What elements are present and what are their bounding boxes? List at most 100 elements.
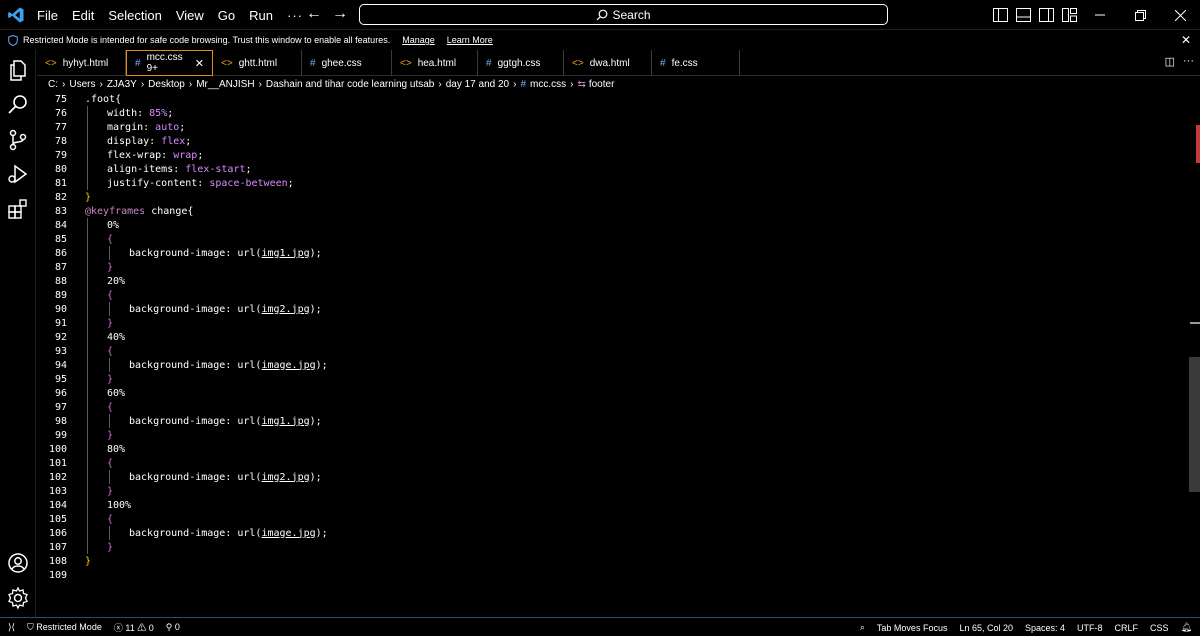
line-number: 104 — [48, 499, 67, 511]
explorer-icon[interactable] — [6, 58, 30, 82]
crumb-project[interactable]: Dashain and tihar code learning utsab — [266, 79, 434, 90]
search-sidebar-icon[interactable] — [6, 93, 30, 117]
indent-guide — [109, 246, 110, 260]
crumb-users[interactable]: Users — [69, 79, 95, 90]
tab-ghee-css[interactable]: # ghee.css — [302, 50, 392, 76]
line-number: 101 — [48, 457, 67, 469]
crumb-day[interactable]: day 17 and 20 — [446, 79, 509, 90]
toggle-primary-sidebar-icon[interactable] — [993, 8, 1008, 22]
tab-ggtgh-css[interactable]: # ggtgh.css — [478, 50, 564, 76]
closing-brace: } — [107, 261, 114, 273]
run-debug-icon[interactable] — [6, 162, 30, 186]
toggle-secondary-sidebar-icon[interactable] — [1039, 8, 1054, 22]
tab-dwa-html[interactable]: <> dwa.html — [564, 50, 652, 76]
crumb-user[interactable]: ZJA3Y — [107, 79, 137, 90]
menu-edit[interactable]: Edit — [65, 8, 101, 23]
toggle-panel-icon[interactable] — [1016, 8, 1031, 22]
line-number: 91 — [54, 317, 67, 329]
tab-hyhyt-html[interactable]: <> hyhyt.html — [37, 50, 126, 76]
menu-selection[interactable]: Selection — [101, 8, 168, 23]
crumb-file[interactable]: mcc.css — [530, 79, 566, 90]
semicolon: ; — [245, 163, 252, 175]
problems-status[interactable]: ⓧ 11 ⚠ 0 — [114, 621, 154, 634]
line-number: 94 — [54, 359, 67, 371]
code-line: 77 margin: auto; — [37, 120, 1187, 134]
restricted-mode-status[interactable]: ⛉ Restricted Mode — [27, 622, 102, 633]
ports-status[interactable]: ⚲ 0 — [166, 622, 180, 633]
code-line: 79 flex-wrap: wrap; — [37, 148, 1187, 162]
line-number: 102 — [48, 471, 67, 483]
code-line: 109 — [37, 568, 1187, 582]
command-center-search[interactable]: Search — [359, 4, 888, 25]
tab-hea-html[interactable]: <> hea.html — [392, 50, 478, 76]
tab-moves-focus[interactable]: Tab Moves Focus — [877, 623, 948, 633]
end-of-line[interactable]: CRLF — [1115, 623, 1139, 633]
crumb-desktop[interactable]: Desktop — [148, 79, 185, 90]
remote-indicator-icon[interactable]: ⟩⟨ — [8, 622, 15, 633]
line-content: } — [85, 556, 91, 567]
line-number: 76 — [54, 107, 67, 119]
css-punctuation: ); — [315, 527, 328, 539]
vertical-scrollbar[interactable] — [1188, 92, 1200, 617]
crumb-drive[interactable]: C: — [48, 79, 58, 90]
split-editor-icon[interactable]: ◫ — [1165, 55, 1175, 68]
settings-gear-icon[interactable] — [6, 586, 30, 610]
error-count: 11 — [125, 622, 135, 633]
line-content: } — [107, 542, 113, 553]
chevron-right-icon: › — [62, 78, 66, 90]
manage-link[interactable]: Manage — [402, 35, 435, 45]
line-number: 77 — [54, 121, 67, 133]
css-value: flex-start — [185, 163, 246, 175]
close-window-icon[interactable] — [1160, 0, 1200, 30]
chevron-right-icon: › — [140, 78, 145, 90]
zoom-icon[interactable]: ⌕ — [860, 622, 865, 633]
menu-run[interactable]: Run — [242, 8, 280, 23]
line-content: background-image: url(img2.jpg); — [129, 472, 322, 483]
image-url: img1.jpg — [261, 247, 310, 259]
scrollbar-thumb[interactable] — [1189, 357, 1200, 492]
line-number: 95 — [54, 373, 67, 385]
semicolon: ; — [185, 135, 192, 147]
more-actions-icon[interactable]: ··· — [1183, 55, 1194, 68]
crumb-folder[interactable]: Mr__ANJISH — [196, 79, 254, 90]
menu-file[interactable]: File — [30, 8, 65, 23]
css-property: align-items: — [107, 163, 186, 175]
restore-icon[interactable] — [1120, 0, 1160, 30]
closing-brace: } — [107, 485, 114, 497]
source-control-icon[interactable] — [6, 128, 30, 152]
image-url: image.jpg — [261, 527, 316, 539]
code-line: 95} — [37, 372, 1187, 386]
close-tab-icon[interactable]: ✕ — [195, 57, 204, 70]
code-editor[interactable]: 75 .foot{76 width: 85%; 77 margin: auto; 78 di… — [37, 92, 1187, 617]
line-number: 97 — [54, 401, 67, 413]
back-arrow-icon[interactable]: ← — [306, 5, 322, 23]
css-punctuation: ); — [309, 471, 322, 483]
cursor-position[interactable]: Ln 65, Col 20 — [959, 623, 1013, 633]
tab-ghtt-html[interactable]: <> ghtt.html — [213, 50, 302, 76]
semicolon: ; — [287, 177, 294, 189]
encoding[interactable]: UTF-8 — [1077, 623, 1103, 633]
menu-view[interactable]: View — [169, 8, 211, 23]
notifications-bell-icon[interactable]: 🔔︎ — [1181, 622, 1192, 633]
tab-fe-css[interactable]: # fe.css — [652, 50, 740, 76]
line-content: 20% — [107, 276, 125, 287]
customize-layout-icon[interactable] — [1062, 8, 1077, 22]
minimize-icon[interactable] — [1080, 0, 1120, 30]
indentation[interactable]: Spaces: 4 — [1025, 623, 1065, 633]
forward-arrow-icon[interactable]: → — [332, 5, 348, 23]
learn-more-link[interactable]: Learn More — [447, 35, 493, 45]
image-url: img2.jpg — [261, 303, 310, 315]
account-icon[interactable] — [6, 551, 30, 575]
line-content: display: flex; — [107, 136, 191, 147]
editor-tabs: <> hyhyt.html # mcc.css 9+ ✕ <> ghtt.html # g… — [37, 50, 1200, 76]
line-number: 93 — [54, 345, 67, 357]
code-line: 94 background-image: url(image.jpg); — [37, 358, 1187, 372]
tab-mcc-css[interactable]: # mcc.css 9+ ✕ — [126, 50, 213, 76]
language-mode[interactable]: CSS — [1150, 623, 1169, 633]
crumb-symbol[interactable]: footer — [589, 79, 615, 90]
close-banner-icon[interactable]: ✕ — [1181, 33, 1191, 47]
banner-text: Restricted Mode is intended for safe cod… — [23, 35, 391, 45]
chevron-right-icon: › — [188, 78, 193, 90]
menu-go[interactable]: Go — [211, 8, 242, 23]
extensions-icon[interactable] — [6, 197, 30, 221]
